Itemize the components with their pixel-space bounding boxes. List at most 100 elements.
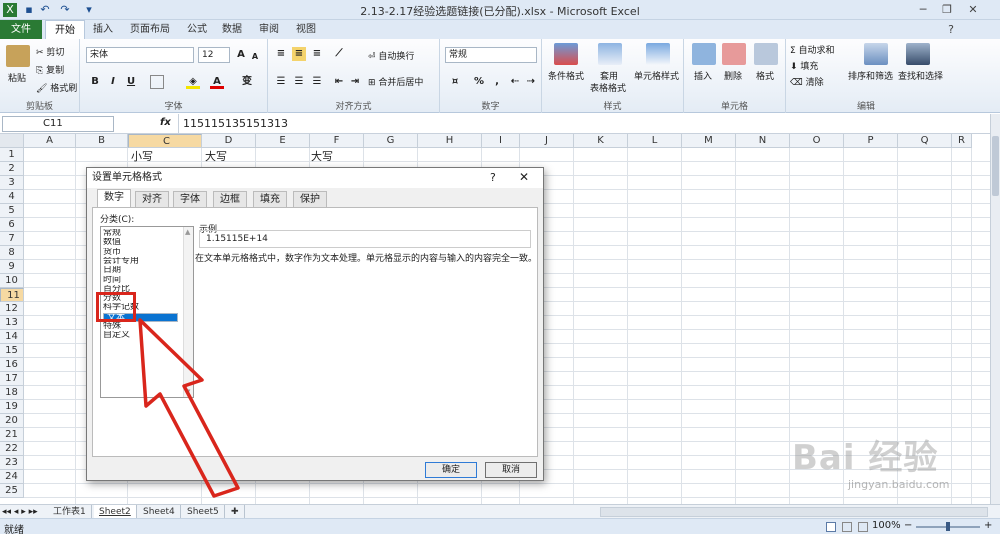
row-header[interactable]: 18 xyxy=(0,386,24,400)
cell-c1[interactable]: 小写 xyxy=(131,148,153,164)
sort-filter-icon[interactable] xyxy=(864,43,888,65)
delete-cells-button[interactable]: 删除 xyxy=(724,69,742,82)
help-icon[interactable]: ? xyxy=(940,22,962,38)
row-header[interactable]: 20 xyxy=(0,414,24,428)
tab-view[interactable]: 视图 xyxy=(287,20,325,39)
column-header[interactable]: N xyxy=(736,134,790,148)
formula-input[interactable]: 115115135151313 xyxy=(183,117,288,130)
cell-f1[interactable]: 大写 xyxy=(311,148,333,164)
row-header[interactable]: 23 xyxy=(0,456,24,470)
tab-border[interactable]: 边框 xyxy=(213,191,247,207)
tab-home[interactable]: 开始 xyxy=(45,20,85,39)
copy-button[interactable]: ⎘ 复制 xyxy=(36,63,64,76)
autosum-button[interactable]: Σ 自动求和 xyxy=(790,43,835,56)
format-cells-icon[interactable] xyxy=(754,43,778,65)
format-painter-button[interactable]: 🖌 格式刷 xyxy=(36,81,77,94)
category-item[interactable]: 日期 xyxy=(103,266,178,275)
row-header[interactable]: 7 xyxy=(0,232,24,246)
row-header[interactable]: 24 xyxy=(0,470,24,484)
cell-styles-button[interactable]: 单元格样式 xyxy=(634,69,679,82)
row-header[interactable]: 25 xyxy=(0,484,24,498)
sheet-tab-5[interactable]: Sheet5 xyxy=(182,505,225,519)
tab-protection[interactable]: 保护 xyxy=(293,191,327,207)
zoom-in-button[interactable]: + xyxy=(984,520,992,531)
row-header[interactable]: 15 xyxy=(0,344,24,358)
paste-icon[interactable] xyxy=(6,45,30,67)
insert-cells-button[interactable]: 插入 xyxy=(694,69,712,82)
sheet-tab-1[interactable]: 工作表1 xyxy=(48,505,92,519)
column-header[interactable]: I xyxy=(482,134,520,148)
cell-styles-icon[interactable] xyxy=(646,43,670,65)
zoom-slider-thumb[interactable] xyxy=(946,522,950,531)
tab-file[interactable]: 文件 xyxy=(0,20,42,39)
grow-font-icon[interactable]: A xyxy=(234,48,248,62)
row-header[interactable]: 10 xyxy=(0,274,24,288)
row-header[interactable]: 2 xyxy=(0,162,24,176)
tab-review[interactable]: 审阅 xyxy=(250,20,288,39)
font-color-icon[interactable]: A xyxy=(210,75,224,89)
column-header[interactable]: A xyxy=(24,134,76,148)
column-header[interactable]: D xyxy=(202,134,256,148)
category-item[interactable]: 时间 xyxy=(103,276,178,285)
percent-button[interactable]: % xyxy=(472,75,486,89)
find-select-button[interactable]: 查找和选择 xyxy=(898,69,943,82)
column-header[interactable]: F xyxy=(310,134,364,148)
currency-icon[interactable]: ¤ xyxy=(448,75,462,89)
row-header[interactable]: 11 xyxy=(0,288,24,302)
row-header[interactable]: 12 xyxy=(0,302,24,316)
row-header[interactable]: 16 xyxy=(0,358,24,372)
fill-button[interactable]: ⬇ 填充 xyxy=(790,59,818,72)
decrease-decimal-icon[interactable]: ⇢ xyxy=(524,75,538,89)
insert-cells-icon[interactable] xyxy=(692,43,716,65)
column-header[interactable]: K xyxy=(574,134,628,148)
align-top-icon[interactable]: ≡ xyxy=(274,47,288,61)
row-header[interactable]: 8 xyxy=(0,246,24,260)
paste-button[interactable]: 粘贴 xyxy=(8,71,26,84)
vertical-scrollbar[interactable] xyxy=(990,114,1000,504)
row-header[interactable]: 19 xyxy=(0,400,24,414)
tab-alignment[interactable]: 对齐 xyxy=(135,191,169,207)
sheet-nav-icon[interactable]: ◂◂ ◂ ▸ ▸▸ xyxy=(2,505,38,519)
row-header[interactable]: 14 xyxy=(0,330,24,344)
sheet-tab-4[interactable]: Sheet4 xyxy=(138,505,181,519)
save-icon[interactable]: ▪ xyxy=(22,3,36,17)
row-header[interactable]: 3 xyxy=(0,176,24,190)
ok-button[interactable]: 确定 xyxy=(425,462,477,478)
scroll-thumb[interactable] xyxy=(992,136,999,196)
close-window-button[interactable]: ✕ xyxy=(962,2,984,18)
column-header[interactable]: P xyxy=(844,134,898,148)
delete-cells-icon[interactable] xyxy=(722,43,746,65)
shrink-font-icon[interactable]: A xyxy=(248,50,262,64)
fill-color-icon[interactable]: ◈ xyxy=(186,75,200,89)
tab-formulas[interactable]: 公式 xyxy=(178,20,216,39)
column-header[interactable]: E xyxy=(256,134,310,148)
select-all-corner[interactable] xyxy=(0,134,24,148)
merge-center-button[interactable]: ⊞ 合并后居中 xyxy=(368,75,423,88)
minimize-button[interactable]: ─ xyxy=(912,2,934,18)
align-center-icon[interactable]: ☰ xyxy=(292,75,306,89)
tab-number[interactable]: 数字 xyxy=(97,189,131,208)
new-sheet-icon[interactable]: ✚ xyxy=(226,505,245,519)
row-header[interactable]: 9 xyxy=(0,260,24,274)
underline-button[interactable]: U xyxy=(124,75,138,89)
number-format-select[interactable]: 常规 xyxy=(445,47,537,63)
tab-data[interactable]: 数据 xyxy=(213,20,251,39)
zoom-level[interactable]: 100% xyxy=(872,520,901,531)
category-item[interactable]: 数值 xyxy=(103,238,178,247)
zoom-out-button[interactable]: − xyxy=(904,520,912,531)
column-header[interactable]: R xyxy=(952,134,972,148)
tab-page-layout[interactable]: 页面布局 xyxy=(121,20,179,39)
find-select-icon[interactable] xyxy=(906,43,930,65)
italic-button[interactable]: I xyxy=(106,75,120,89)
format-as-table-label[interactable]: 表格格式 xyxy=(590,81,626,94)
redo-icon[interactable]: ↷ xyxy=(58,3,72,17)
column-header[interactable]: G xyxy=(364,134,418,148)
align-right-icon[interactable]: ☰ xyxy=(310,75,324,89)
tab-fill[interactable]: 填充 xyxy=(253,191,287,207)
column-header[interactable]: H xyxy=(418,134,482,148)
sort-filter-button[interactable]: 排序和筛选 xyxy=(848,69,893,82)
conditional-format-icon[interactable] xyxy=(554,43,578,65)
align-middle-icon[interactable]: ≡ xyxy=(292,47,306,61)
page-break-view-icon[interactable] xyxy=(858,522,868,532)
align-left-icon[interactable]: ☰ xyxy=(274,75,288,89)
